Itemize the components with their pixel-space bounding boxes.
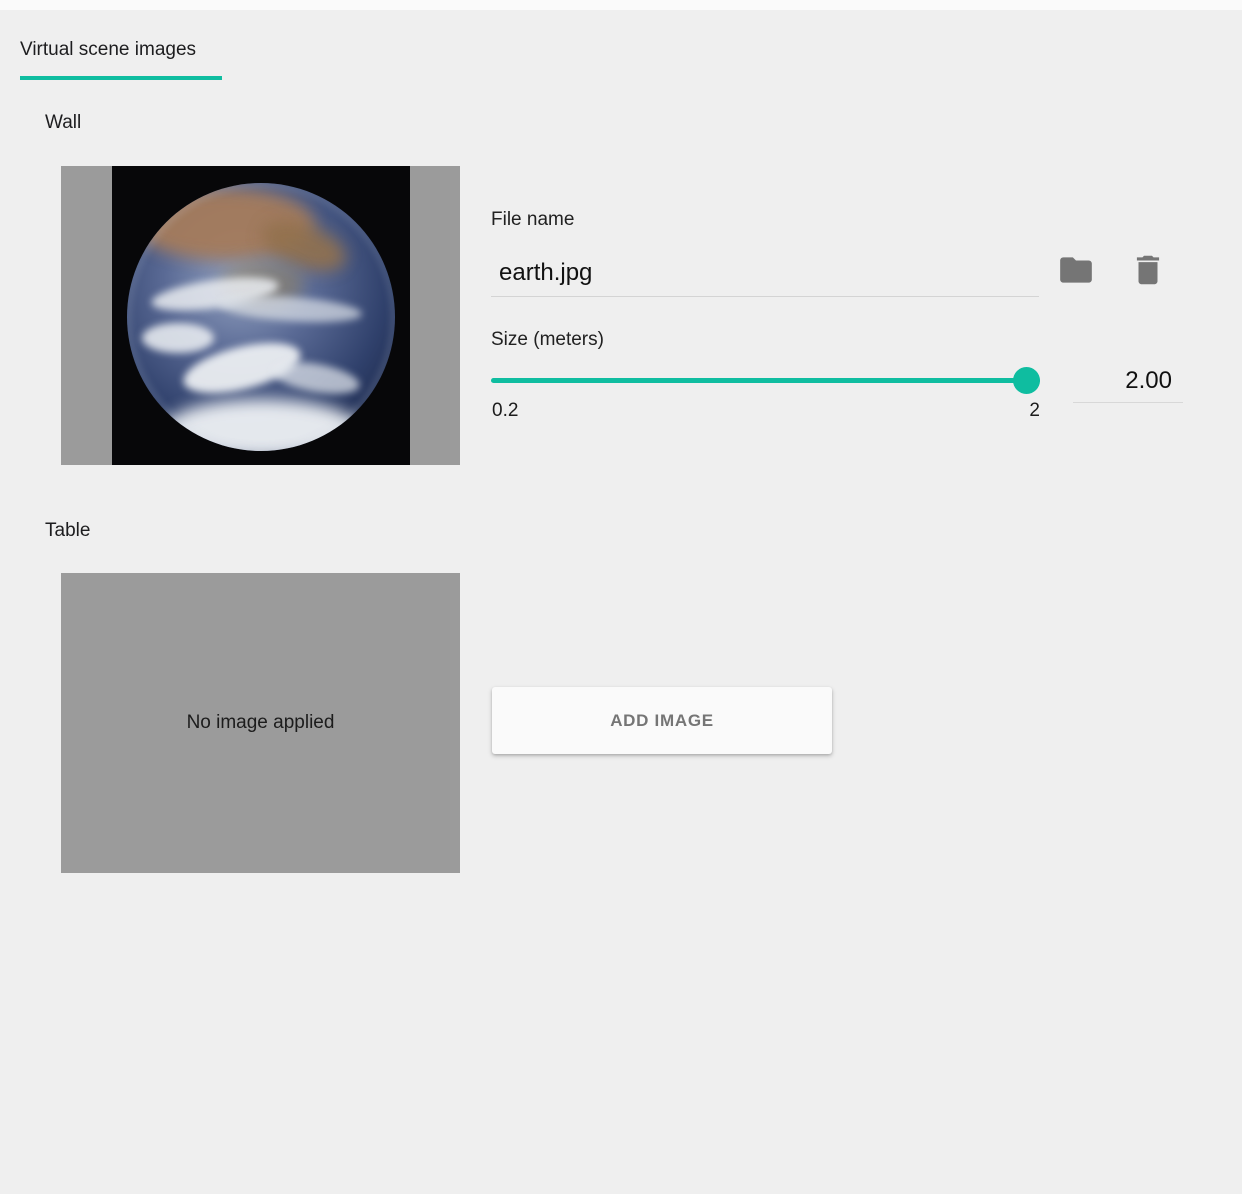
size-label: Size (meters) [491,329,604,351]
top-edge-highlight [0,0,1242,10]
file-name-value: earth.jpg [499,259,592,287]
size-slider[interactable] [491,366,1040,394]
delete-image-button[interactable] [1128,248,1168,292]
no-image-applied-text: No image applied [187,712,335,734]
slider-handle[interactable] [1013,367,1040,394]
table-section-label: Table [45,520,90,542]
trash-icon [1129,249,1167,291]
page-title-underline [20,76,222,80]
open-file-button[interactable] [1054,250,1098,290]
file-name-label: File name [491,209,574,231]
add-image-button[interactable]: ADD IMAGE [492,687,832,754]
earth-photo [112,166,410,465]
slider-min-label: 0.2 [492,400,518,422]
slider-max-label: 2 [950,400,1040,422]
slider-track[interactable] [491,378,1040,383]
folder-icon [1055,251,1097,289]
file-name-field[interactable]: earth.jpg [491,250,1039,297]
virtual-scene-images-panel: Virtual scene images Wall [0,0,1242,1194]
wall-section-label: Wall [45,112,81,134]
page-title: Virtual scene images [20,39,196,61]
table-image-preview: No image applied [61,573,460,873]
size-value-field[interactable]: 2.00 [1073,360,1183,403]
wall-image-preview [61,166,460,465]
wall-earth-image [112,166,410,465]
